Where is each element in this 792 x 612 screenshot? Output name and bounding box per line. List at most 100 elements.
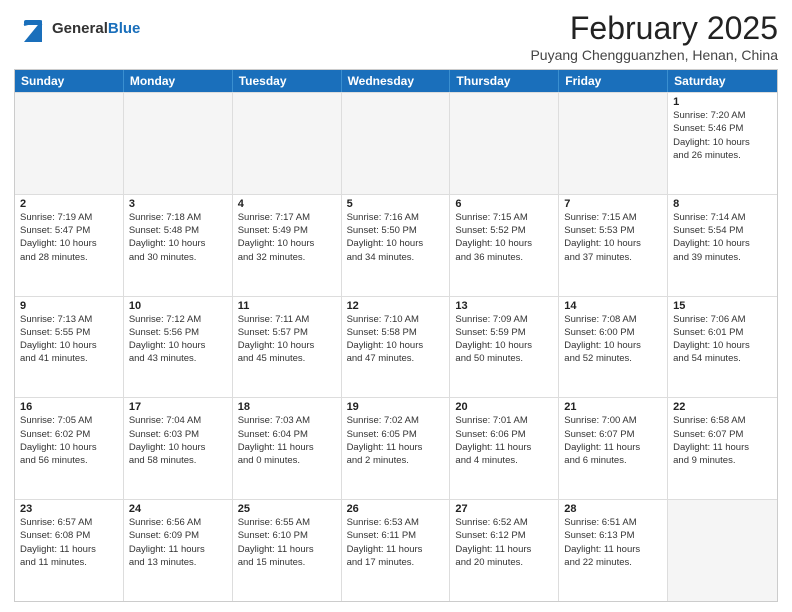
day-number: 19: [347, 401, 445, 413]
day-number: 1: [673, 96, 772, 108]
calendar-cell: 2Sunrise: 7:19 AM Sunset: 5:47 PM Daylig…: [15, 195, 124, 296]
calendar-cell: 3Sunrise: 7:18 AM Sunset: 5:48 PM Daylig…: [124, 195, 233, 296]
day-number: 6: [455, 198, 553, 210]
cell-info: Sunrise: 7:15 AM Sunset: 5:52 PM Dayligh…: [455, 211, 553, 264]
calendar-cell: 24Sunrise: 6:56 AM Sunset: 6:09 PM Dayli…: [124, 500, 233, 601]
day-number: 11: [238, 300, 336, 312]
calendar-cell: 4Sunrise: 7:17 AM Sunset: 5:49 PM Daylig…: [233, 195, 342, 296]
cell-info: Sunrise: 7:09 AM Sunset: 5:59 PM Dayligh…: [455, 313, 553, 366]
cell-info: Sunrise: 6:58 AM Sunset: 6:07 PM Dayligh…: [673, 414, 772, 467]
logo: GeneralBlue: [14, 10, 140, 48]
calendar-cell: 14Sunrise: 7:08 AM Sunset: 6:00 PM Dayli…: [559, 297, 668, 398]
day-number: 23: [20, 503, 118, 515]
calendar-cell: [450, 93, 559, 194]
day-number: 4: [238, 198, 336, 210]
header: GeneralBlue February 2025 Puyang Chenggu…: [14, 10, 778, 63]
calendar-cell: 17Sunrise: 7:04 AM Sunset: 6:03 PM Dayli…: [124, 398, 233, 499]
weekday-header-saturday: Saturday: [668, 70, 777, 92]
cell-info: Sunrise: 7:03 AM Sunset: 6:04 PM Dayligh…: [238, 414, 336, 467]
day-number: 17: [129, 401, 227, 413]
cell-info: Sunrise: 7:01 AM Sunset: 6:06 PM Dayligh…: [455, 414, 553, 467]
weekday-header-monday: Monday: [124, 70, 233, 92]
calendar-cell: 27Sunrise: 6:52 AM Sunset: 6:12 PM Dayli…: [450, 500, 559, 601]
calendar-cell: 10Sunrise: 7:12 AM Sunset: 5:56 PM Dayli…: [124, 297, 233, 398]
calendar-cell: 25Sunrise: 6:55 AM Sunset: 6:10 PM Dayli…: [233, 500, 342, 601]
day-number: 22: [673, 401, 772, 413]
calendar-cell: [15, 93, 124, 194]
day-number: 27: [455, 503, 553, 515]
calendar-cell: 22Sunrise: 6:58 AM Sunset: 6:07 PM Dayli…: [668, 398, 777, 499]
weekday-header-wednesday: Wednesday: [342, 70, 451, 92]
calendar-cell: 26Sunrise: 6:53 AM Sunset: 6:11 PM Dayli…: [342, 500, 451, 601]
page: GeneralBlue February 2025 Puyang Chenggu…: [0, 0, 792, 612]
day-number: 10: [129, 300, 227, 312]
day-number: 21: [564, 401, 662, 413]
calendar-cell: [233, 93, 342, 194]
calendar-row-5: 23Sunrise: 6:57 AM Sunset: 6:08 PM Dayli…: [15, 499, 777, 601]
calendar-cell: [559, 93, 668, 194]
calendar-cell: 19Sunrise: 7:02 AM Sunset: 6:05 PM Dayli…: [342, 398, 451, 499]
calendar-cell: 11Sunrise: 7:11 AM Sunset: 5:57 PM Dayli…: [233, 297, 342, 398]
calendar-cell: 12Sunrise: 7:10 AM Sunset: 5:58 PM Dayli…: [342, 297, 451, 398]
cell-info: Sunrise: 6:53 AM Sunset: 6:11 PM Dayligh…: [347, 516, 445, 569]
cell-info: Sunrise: 7:17 AM Sunset: 5:49 PM Dayligh…: [238, 211, 336, 264]
cell-info: Sunrise: 7:00 AM Sunset: 6:07 PM Dayligh…: [564, 414, 662, 467]
cell-info: Sunrise: 6:57 AM Sunset: 6:08 PM Dayligh…: [20, 516, 118, 569]
calendar-cell: 7Sunrise: 7:15 AM Sunset: 5:53 PM Daylig…: [559, 195, 668, 296]
cell-info: Sunrise: 6:55 AM Sunset: 6:10 PM Dayligh…: [238, 516, 336, 569]
calendar-cell: 23Sunrise: 6:57 AM Sunset: 6:08 PM Dayli…: [15, 500, 124, 601]
logo-name: GeneralBlue: [52, 21, 140, 37]
calendar: SundayMondayTuesdayWednesdayThursdayFrid…: [14, 69, 778, 602]
day-number: 16: [20, 401, 118, 413]
calendar-cell: 16Sunrise: 7:05 AM Sunset: 6:02 PM Dayli…: [15, 398, 124, 499]
calendar-row-1: 1Sunrise: 7:20 AM Sunset: 5:46 PM Daylig…: [15, 92, 777, 194]
day-number: 13: [455, 300, 553, 312]
cell-info: Sunrise: 7:15 AM Sunset: 5:53 PM Dayligh…: [564, 211, 662, 264]
title-block: February 2025 Puyang Chengguanzhen, Hena…: [530, 10, 778, 63]
cell-info: Sunrise: 6:52 AM Sunset: 6:12 PM Dayligh…: [455, 516, 553, 569]
cell-info: Sunrise: 7:14 AM Sunset: 5:54 PM Dayligh…: [673, 211, 772, 264]
weekday-header-sunday: Sunday: [15, 70, 124, 92]
calendar-cell: 18Sunrise: 7:03 AM Sunset: 6:04 PM Dayli…: [233, 398, 342, 499]
calendar-cell: 28Sunrise: 6:51 AM Sunset: 6:13 PM Dayli…: [559, 500, 668, 601]
cell-info: Sunrise: 7:20 AM Sunset: 5:46 PM Dayligh…: [673, 109, 772, 162]
calendar-cell: [668, 500, 777, 601]
calendar-cell: [124, 93, 233, 194]
weekday-header-tuesday: Tuesday: [233, 70, 342, 92]
cell-info: Sunrise: 6:56 AM Sunset: 6:09 PM Dayligh…: [129, 516, 227, 569]
calendar-cell: 20Sunrise: 7:01 AM Sunset: 6:06 PM Dayli…: [450, 398, 559, 499]
calendar-cell: 1Sunrise: 7:20 AM Sunset: 5:46 PM Daylig…: [668, 93, 777, 194]
cell-info: Sunrise: 7:02 AM Sunset: 6:05 PM Dayligh…: [347, 414, 445, 467]
day-number: 7: [564, 198, 662, 210]
calendar-cell: 9Sunrise: 7:13 AM Sunset: 5:55 PM Daylig…: [15, 297, 124, 398]
cell-info: Sunrise: 7:10 AM Sunset: 5:58 PM Dayligh…: [347, 313, 445, 366]
cell-info: Sunrise: 7:16 AM Sunset: 5:50 PM Dayligh…: [347, 211, 445, 264]
calendar-cell: 13Sunrise: 7:09 AM Sunset: 5:59 PM Dayli…: [450, 297, 559, 398]
day-number: 25: [238, 503, 336, 515]
cell-info: Sunrise: 7:19 AM Sunset: 5:47 PM Dayligh…: [20, 211, 118, 264]
calendar-cell: 5Sunrise: 7:16 AM Sunset: 5:50 PM Daylig…: [342, 195, 451, 296]
cell-info: Sunrise: 7:06 AM Sunset: 6:01 PM Dayligh…: [673, 313, 772, 366]
weekday-header-thursday: Thursday: [450, 70, 559, 92]
month-year: February 2025: [530, 10, 778, 47]
day-number: 18: [238, 401, 336, 413]
day-number: 14: [564, 300, 662, 312]
calendar-header: SundayMondayTuesdayWednesdayThursdayFrid…: [15, 70, 777, 92]
cell-info: Sunrise: 7:18 AM Sunset: 5:48 PM Dayligh…: [129, 211, 227, 264]
day-number: 12: [347, 300, 445, 312]
cell-info: Sunrise: 7:13 AM Sunset: 5:55 PM Dayligh…: [20, 313, 118, 366]
calendar-row-3: 9Sunrise: 7:13 AM Sunset: 5:55 PM Daylig…: [15, 296, 777, 398]
logo-general-text: GeneralBlue: [52, 21, 140, 37]
day-number: 15: [673, 300, 772, 312]
calendar-cell: 6Sunrise: 7:15 AM Sunset: 5:52 PM Daylig…: [450, 195, 559, 296]
calendar-body: 1Sunrise: 7:20 AM Sunset: 5:46 PM Daylig…: [15, 92, 777, 601]
cell-info: Sunrise: 7:04 AM Sunset: 6:03 PM Dayligh…: [129, 414, 227, 467]
calendar-row-4: 16Sunrise: 7:05 AM Sunset: 6:02 PM Dayli…: [15, 397, 777, 499]
calendar-cell: 15Sunrise: 7:06 AM Sunset: 6:01 PM Dayli…: [668, 297, 777, 398]
day-number: 3: [129, 198, 227, 210]
cell-info: Sunrise: 7:05 AM Sunset: 6:02 PM Dayligh…: [20, 414, 118, 467]
calendar-cell: 21Sunrise: 7:00 AM Sunset: 6:07 PM Dayli…: [559, 398, 668, 499]
day-number: 2: [20, 198, 118, 210]
weekday-header-friday: Friday: [559, 70, 668, 92]
day-number: 28: [564, 503, 662, 515]
